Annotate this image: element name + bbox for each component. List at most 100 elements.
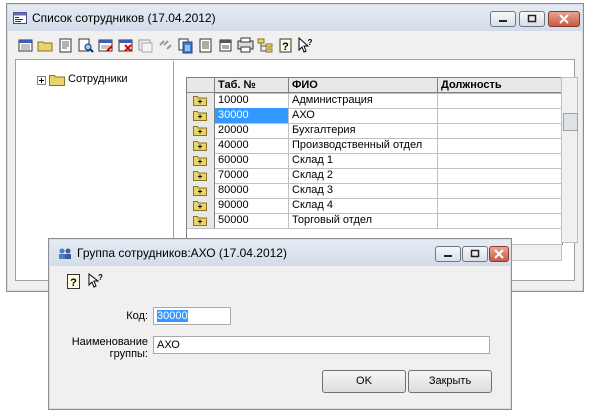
cell-position[interactable] xyxy=(438,93,562,108)
main-toolbar: ? ? xyxy=(15,34,575,56)
find-icon[interactable] xyxy=(77,37,94,54)
table-row[interactable]: 50000 Торговый отдел xyxy=(187,213,562,229)
row-indicator[interactable] xyxy=(187,183,215,198)
dialog-titlebar[interactable]: Группа сотрудников:АХО (17.04.2012) xyxy=(50,240,510,266)
duplicate-icon[interactable] xyxy=(197,37,214,54)
cell-name[interactable]: Склад 1 xyxy=(289,153,438,168)
copy-icon[interactable] xyxy=(137,37,154,54)
code-input[interactable]: 30000 xyxy=(153,307,231,325)
svg-text:?: ? xyxy=(282,41,289,53)
table-row[interactable]: 80000 Склад 3 xyxy=(187,183,562,199)
row-indicator[interactable] xyxy=(187,93,215,108)
cell-position[interactable] xyxy=(438,213,562,228)
main-window-title: Список сотрудников (17.04.2012) xyxy=(32,11,216,25)
folder-plus-icon xyxy=(193,96,207,106)
svg-text:?: ? xyxy=(308,38,313,47)
cell-name[interactable]: Склад 4 xyxy=(289,198,438,213)
tree-view-icon[interactable] xyxy=(257,37,274,54)
table-row[interactable]: 60000 Склад 1 xyxy=(187,153,562,169)
cell-name[interactable]: Производственный отдел xyxy=(289,138,438,153)
cell-name[interactable]: Склад 2 xyxy=(289,168,438,183)
close-dialog-button[interactable]: Закрыть xyxy=(408,370,492,393)
row-indicator[interactable] xyxy=(187,138,215,153)
new-record-icon[interactable] xyxy=(17,37,34,54)
cell-position[interactable] xyxy=(438,123,562,138)
help-icon[interactable]: ? xyxy=(67,274,80,289)
cell-tab-number[interactable]: 90000 xyxy=(215,198,289,213)
ok-button[interactable]: OK xyxy=(322,370,406,393)
minimize-icon xyxy=(499,20,507,22)
maximize-icon xyxy=(527,14,537,23)
dialog-minimize-button[interactable] xyxy=(435,246,461,262)
folder-plus-icon xyxy=(193,201,207,211)
cell-name[interactable]: Бухгалтерия xyxy=(289,123,438,138)
svg-text:?: ? xyxy=(98,273,103,282)
dialog-body: ? ? Код: 30000 Наименование группы: АХО O… xyxy=(50,266,510,408)
maximize-button[interactable] xyxy=(519,11,545,27)
cell-tab-number[interactable]: 20000 xyxy=(215,123,289,138)
table-row[interactable]: 70000 Склад 2 xyxy=(187,168,562,184)
cell-tab-number[interactable]: 40000 xyxy=(215,138,289,153)
folder-plus-icon xyxy=(193,126,207,136)
maximize-icon xyxy=(470,249,480,258)
table-row[interactable]: 30000 АХО xyxy=(187,108,562,124)
code-value: 30000 xyxy=(157,310,188,322)
dialog-maximize-button[interactable] xyxy=(462,246,488,262)
cell-name[interactable]: Администрация xyxy=(289,93,438,108)
column-header-name[interactable]: ФИО xyxy=(289,78,438,93)
row-indicator[interactable] xyxy=(187,108,215,123)
cell-tab-number[interactable]: 70000 xyxy=(215,168,289,183)
cell-position[interactable] xyxy=(438,198,562,213)
whats-this-icon[interactable]: ? xyxy=(88,273,104,289)
whats-this-icon[interactable]: ? xyxy=(297,37,314,54)
table-row[interactable]: 40000 Производственный отдел xyxy=(187,138,562,154)
close-icon xyxy=(494,249,504,259)
cell-tab-number[interactable]: 10000 xyxy=(215,93,289,108)
app-icon xyxy=(13,12,27,24)
main-titlebar[interactable]: Список сотрудников (17.04.2012) xyxy=(8,5,582,31)
delete-icon[interactable] xyxy=(117,37,134,54)
properties-icon[interactable] xyxy=(217,37,234,54)
svg-text:?: ? xyxy=(70,277,77,289)
name-input[interactable]: АХО xyxy=(153,336,490,354)
row-indicator[interactable] xyxy=(187,213,215,228)
edit-icon[interactable] xyxy=(97,37,114,54)
table-row[interactable]: 10000 Администрация xyxy=(187,93,562,109)
expand-icon[interactable] xyxy=(37,76,46,85)
cell-position[interactable] xyxy=(438,183,562,198)
row-indicator[interactable] xyxy=(187,198,215,213)
dialog-close-button[interactable] xyxy=(489,246,509,262)
table-row[interactable]: 90000 Склад 4 xyxy=(187,198,562,214)
cell-tab-number[interactable]: 80000 xyxy=(215,183,289,198)
row-indicator[interactable] xyxy=(187,123,215,138)
column-header-position[interactable]: Должность xyxy=(438,78,562,93)
link-icon[interactable] xyxy=(157,37,174,54)
cell-position[interactable] xyxy=(438,138,562,153)
close-button[interactable] xyxy=(548,11,580,27)
table-row[interactable]: 20000 Бухгалтерия xyxy=(187,123,562,139)
print-icon[interactable] xyxy=(237,37,254,54)
minimize-button[interactable] xyxy=(490,11,516,27)
save-icon[interactable] xyxy=(57,37,74,54)
row-indicator[interactable] xyxy=(187,153,215,168)
folder-plus-icon xyxy=(193,171,207,181)
help-icon[interactable]: ? xyxy=(277,37,294,54)
scroll-thumb[interactable] xyxy=(563,113,578,131)
grid-vertical-scrollbar[interactable] xyxy=(561,77,578,243)
paste-icon[interactable] xyxy=(177,37,194,54)
cell-position[interactable] xyxy=(438,108,562,123)
cell-name[interactable]: Склад 3 xyxy=(289,183,438,198)
row-indicator[interactable] xyxy=(187,168,215,183)
cell-tab-number[interactable]: 60000 xyxy=(215,153,289,168)
cell-name[interactable]: Торговый отдел xyxy=(289,213,438,228)
grid-corner xyxy=(187,78,215,93)
column-header-tab[interactable]: Таб. № xyxy=(215,78,289,93)
code-label: Код: xyxy=(126,310,148,322)
cell-name[interactable]: АХО xyxy=(289,108,438,123)
cell-position[interactable] xyxy=(438,153,562,168)
cell-tab-number[interactable]: 30000 xyxy=(215,108,289,123)
cell-position[interactable] xyxy=(438,168,562,183)
cell-tab-number[interactable]: 50000 xyxy=(215,213,289,228)
folder-plus-icon xyxy=(193,111,207,121)
open-folder-icon[interactable] xyxy=(37,37,54,54)
